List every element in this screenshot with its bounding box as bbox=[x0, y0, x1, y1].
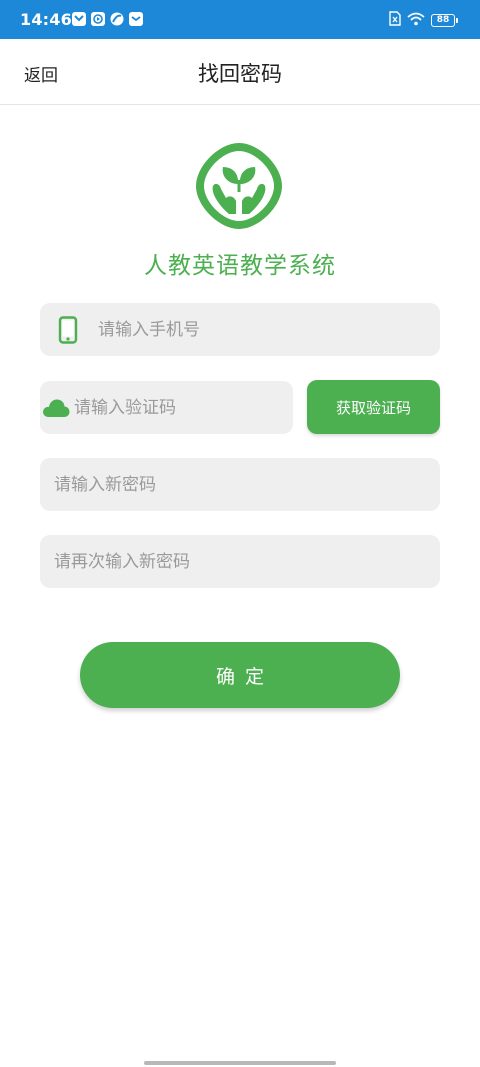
confirm-password-container bbox=[40, 535, 440, 588]
status-time: 14:46 bbox=[20, 10, 72, 29]
confirm-button[interactable]: 确定 bbox=[80, 642, 400, 708]
new-password-input[interactable] bbox=[40, 458, 440, 511]
message-app-icon bbox=[72, 12, 86, 26]
confirm-password-input[interactable] bbox=[40, 535, 440, 588]
home-indicator[interactable] bbox=[144, 1061, 336, 1065]
get-code-button[interactable]: 获取验证码 bbox=[307, 380, 440, 434]
status-app-icons bbox=[72, 12, 143, 26]
wifi-icon bbox=[407, 11, 425, 30]
mail-app-icon bbox=[129, 12, 143, 26]
battery-level: 88 bbox=[431, 14, 455, 27]
verification-code-input[interactable] bbox=[72, 381, 293, 434]
code-field-container bbox=[40, 381, 293, 434]
cloud-icon bbox=[40, 398, 72, 418]
browser-app-icon bbox=[110, 12, 124, 26]
status-bar: 14:46 88 bbox=[0, 0, 480, 39]
sim-icon bbox=[389, 11, 401, 30]
header: 返回 找回密码 bbox=[0, 39, 480, 105]
battery-icon: 88 bbox=[431, 14, 458, 27]
app-name: 人教英语教学系统 bbox=[144, 253, 336, 279]
video-app-icon bbox=[91, 12, 105, 26]
phone-field-container bbox=[40, 303, 440, 356]
page-title: 找回密码 bbox=[198, 62, 282, 86]
new-password-container bbox=[40, 458, 440, 511]
status-system-icons: 88 bbox=[389, 11, 458, 30]
phone-icon bbox=[40, 315, 96, 344]
sprout-hands-logo bbox=[196, 143, 282, 229]
phone-input[interactable] bbox=[96, 303, 440, 356]
